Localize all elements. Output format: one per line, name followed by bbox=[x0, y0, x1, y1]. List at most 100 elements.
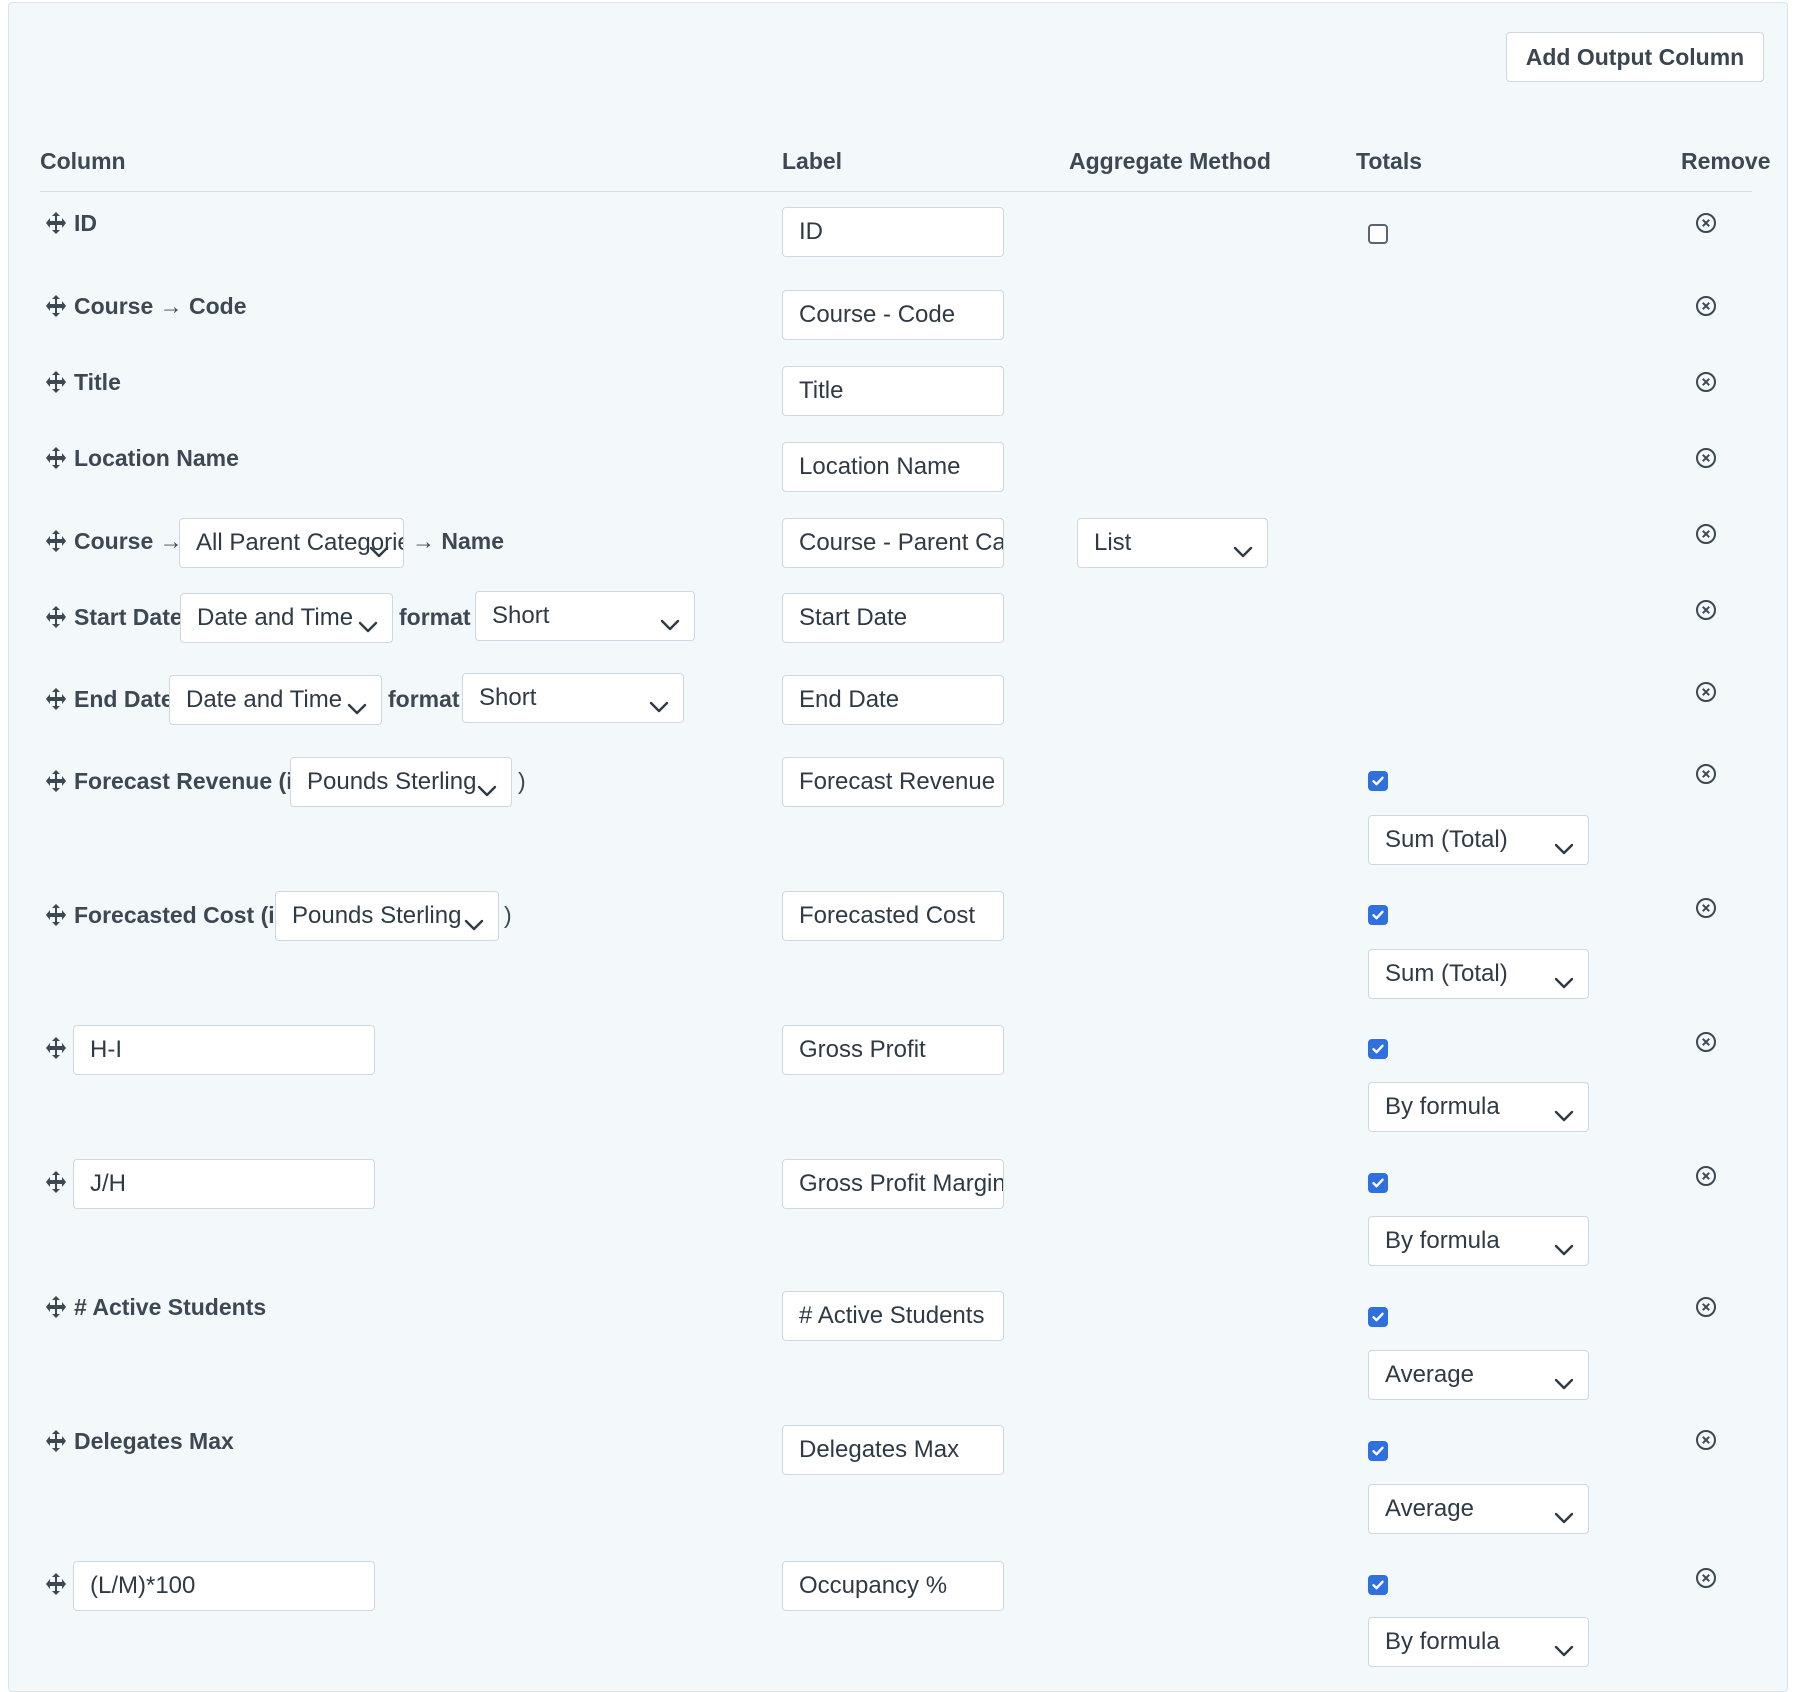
chevron-down-icon bbox=[358, 612, 378, 633]
table-row: J/H Gross Profit Margin By formula bbox=[0, 1159, 1796, 1266]
column-name bbox=[44, 1035, 74, 1061]
table-row: # Active Students # Active Students Aver… bbox=[0, 1291, 1796, 1400]
column-name: Course → bbox=[44, 528, 183, 554]
move-arrows-icon[interactable] bbox=[44, 1572, 68, 1596]
chevron-down-icon bbox=[369, 537, 389, 558]
label-input[interactable]: # Active Students bbox=[782, 1291, 1004, 1341]
label-input[interactable]: ID bbox=[782, 207, 1004, 257]
table-row: Start Date Date and Time format Short St… bbox=[0, 591, 1796, 643]
totals-checkbox[interactable] bbox=[1368, 1039, 1388, 1059]
label-input[interactable]: Course - Parent Categories bbox=[782, 518, 1004, 568]
totals-checkbox[interactable] bbox=[1368, 1575, 1388, 1595]
label-input[interactable]: End Date bbox=[782, 675, 1004, 725]
header-label: Label bbox=[782, 148, 843, 174]
date-type-select[interactable]: Date and Time bbox=[180, 593, 393, 643]
date-type-select[interactable]: Date and Time bbox=[169, 675, 382, 725]
totals-method-select[interactable]: Average bbox=[1368, 1350, 1589, 1400]
totals-method-select[interactable]: Average bbox=[1368, 1484, 1589, 1534]
formula-input[interactable]: (L/M)*100 bbox=[73, 1561, 375, 1611]
date-format-select[interactable]: Short bbox=[475, 591, 695, 641]
column-name: Course → Code bbox=[44, 293, 247, 319]
remove-circle-icon[interactable] bbox=[1694, 598, 1718, 622]
remove-circle-icon[interactable] bbox=[1694, 294, 1718, 318]
table-row: Forecast Revenue (in Pounds Sterling ) F… bbox=[0, 757, 1796, 865]
remove-circle-icon[interactable] bbox=[1694, 896, 1718, 920]
column-text: Delegates Max bbox=[74, 1427, 234, 1454]
totals-method-select[interactable]: By formula bbox=[1368, 1082, 1589, 1132]
select-value: By formula bbox=[1385, 1227, 1500, 1254]
remove-circle-icon[interactable] bbox=[1694, 522, 1718, 546]
remove-circle-icon[interactable] bbox=[1694, 1295, 1718, 1319]
remove-circle-icon[interactable] bbox=[1694, 1030, 1718, 1054]
column-name: Forecast Revenue (in bbox=[44, 768, 307, 794]
label-input[interactable]: Forecast Revenue bbox=[782, 757, 1004, 807]
remove-circle-icon[interactable] bbox=[1694, 211, 1718, 235]
close-paren: ) bbox=[518, 768, 526, 794]
currency-select[interactable]: Pounds Sterling bbox=[290, 757, 512, 807]
label-input[interactable]: Gross Profit Margin bbox=[782, 1159, 1004, 1209]
totals-method-select[interactable]: By formula bbox=[1368, 1216, 1589, 1266]
remove-circle-icon[interactable] bbox=[1694, 370, 1718, 394]
move-arrows-icon[interactable] bbox=[44, 211, 68, 235]
column-text: Title bbox=[74, 368, 121, 395]
move-arrows-icon[interactable] bbox=[44, 605, 68, 629]
remove-circle-icon[interactable] bbox=[1694, 1566, 1718, 1590]
label-input[interactable]: Location Name bbox=[782, 442, 1004, 492]
totals-checkbox[interactable] bbox=[1368, 1173, 1388, 1193]
chevron-down-icon bbox=[649, 692, 669, 713]
label-input[interactable]: Forecasted Cost bbox=[782, 891, 1004, 941]
date-format-select[interactable]: Short bbox=[462, 673, 684, 723]
move-arrows-icon[interactable] bbox=[44, 370, 68, 394]
label-input[interactable]: Delegates Max bbox=[782, 1425, 1004, 1475]
move-arrows-icon[interactable] bbox=[44, 1295, 68, 1319]
chevron-down-icon bbox=[1554, 1369, 1574, 1390]
add-output-column-button[interactable]: Add Output Column bbox=[1506, 32, 1764, 82]
column-text: Location Name bbox=[74, 444, 239, 471]
move-arrows-icon[interactable] bbox=[44, 769, 68, 793]
label-input[interactable]: Occupancy % bbox=[782, 1561, 1004, 1611]
table-row: ID ID bbox=[0, 207, 1796, 257]
column-name: ID bbox=[44, 210, 97, 236]
move-arrows-icon[interactable] bbox=[44, 1036, 68, 1060]
totals-method-select[interactable]: By formula bbox=[1368, 1617, 1589, 1667]
label-input[interactable]: Title bbox=[782, 366, 1004, 416]
totals-checkbox[interactable] bbox=[1368, 905, 1388, 925]
label-input[interactable]: Start Date bbox=[782, 593, 1004, 643]
totals-method-select[interactable]: Sum (Total) bbox=[1368, 949, 1589, 999]
remove-circle-icon[interactable] bbox=[1694, 680, 1718, 704]
formula-input[interactable]: H-I bbox=[73, 1025, 375, 1075]
move-arrows-icon[interactable] bbox=[44, 687, 68, 711]
table-row: (L/M)*100 Occupancy % By formula bbox=[0, 1561, 1796, 1667]
move-arrows-icon[interactable] bbox=[44, 903, 68, 927]
table-row: Location Name Location Name bbox=[0, 442, 1796, 492]
move-arrows-icon[interactable] bbox=[44, 529, 68, 553]
select-value: By formula bbox=[1385, 1628, 1500, 1655]
move-arrows-icon[interactable] bbox=[44, 1170, 68, 1194]
currency-select[interactable]: Pounds Sterling bbox=[275, 891, 499, 941]
remove-circle-icon[interactable] bbox=[1694, 446, 1718, 470]
totals-checkbox[interactable] bbox=[1368, 1441, 1388, 1461]
chevron-down-icon bbox=[347, 694, 367, 715]
move-arrows-icon[interactable] bbox=[44, 1429, 68, 1453]
column-text: Forecast Revenue (in bbox=[74, 767, 307, 794]
move-arrows-icon[interactable] bbox=[44, 446, 68, 470]
select-value: List bbox=[1094, 529, 1132, 556]
totals-checkbox[interactable] bbox=[1368, 1307, 1388, 1327]
label-input[interactable]: Gross Profit bbox=[782, 1025, 1004, 1075]
totals-method-select[interactable]: Sum (Total) bbox=[1368, 815, 1589, 865]
label-input[interactable]: Course - Code bbox=[782, 290, 1004, 340]
remove-circle-icon[interactable] bbox=[1694, 762, 1718, 786]
aggregate-method-select[interactable]: List bbox=[1077, 518, 1268, 568]
header-aggregate-method: Aggregate Method bbox=[1069, 148, 1271, 174]
select-value: Sum (Total) bbox=[1385, 960, 1508, 987]
chevron-down-icon bbox=[1554, 1235, 1574, 1256]
remove-circle-icon[interactable] bbox=[1694, 1164, 1718, 1188]
totals-checkbox[interactable] bbox=[1368, 771, 1388, 791]
table-row: Course → All Parent Categories → Name Co… bbox=[0, 518, 1796, 568]
move-arrows-icon[interactable] bbox=[44, 294, 68, 318]
formula-input[interactable]: J/H bbox=[73, 1159, 375, 1209]
totals-checkbox[interactable] bbox=[1368, 224, 1388, 244]
column-suffix: → Name bbox=[412, 528, 505, 554]
parent-category-select[interactable]: All Parent Categories bbox=[179, 518, 404, 568]
remove-circle-icon[interactable] bbox=[1694, 1428, 1718, 1452]
